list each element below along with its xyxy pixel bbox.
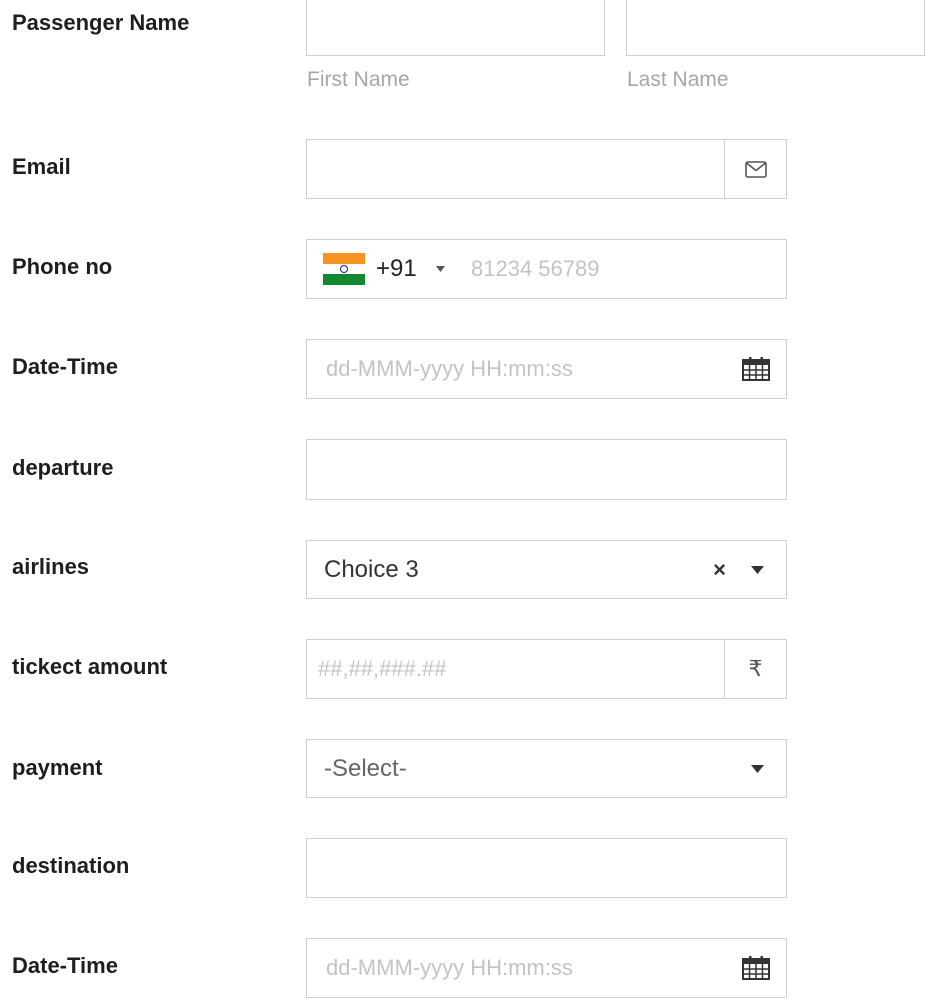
airlines-label: airlines	[12, 554, 90, 579]
destination-label: destination	[12, 853, 130, 878]
caret-down-icon[interactable]	[436, 266, 445, 272]
date-time-field	[306, 339, 787, 399]
first-name-input[interactable]	[306, 0, 605, 56]
ticket-amount-input[interactable]	[307, 640, 725, 698]
email-input[interactable]	[307, 140, 725, 198]
calendar-icon[interactable]	[742, 956, 770, 980]
date-time-input[interactable]	[307, 340, 727, 398]
date-time-label: Date-Time	[12, 354, 118, 379]
ticket-amount-label: tickect amount	[12, 654, 168, 679]
envelope-icon	[744, 160, 767, 178]
departure-input[interactable]	[306, 439, 787, 500]
calendar-icon[interactable]	[742, 357, 770, 381]
email-addon	[724, 140, 786, 198]
phone-input[interactable]	[455, 240, 785, 298]
destination-input[interactable]	[306, 838, 787, 898]
dial-code[interactable]: +91	[376, 255, 417, 283]
passenger-name-label: Passenger Name	[12, 10, 190, 35]
payment-select[interactable]: -Select-	[306, 739, 787, 798]
payment-label: payment	[12, 755, 103, 780]
date-time-label-2: Date-Time	[12, 953, 118, 978]
ticket-amount-field: ₹	[306, 639, 787, 699]
rupee-icon: ₹	[748, 656, 763, 681]
email-label: Email	[12, 154, 71, 179]
caret-down-icon[interactable]	[751, 764, 764, 773]
india-flag-icon[interactable]	[323, 253, 365, 285]
departure-label: departure	[12, 455, 114, 480]
payment-selected-value: -Select-	[324, 754, 407, 782]
first-name-sublabel: First Name	[307, 68, 410, 91]
date-time-input-2[interactable]	[307, 939, 727, 997]
last-name-input[interactable]	[626, 0, 925, 56]
phone-field: +91	[306, 239, 787, 299]
rupee-addon: ₹	[724, 640, 786, 698]
airlines-select[interactable]: Choice 3 ×	[306, 540, 787, 599]
last-name-sublabel: Last Name	[627, 68, 729, 91]
airlines-selected-value: Choice 3	[324, 555, 419, 583]
phone-label: Phone no	[12, 254, 113, 279]
clear-icon[interactable]: ×	[713, 558, 726, 581]
email-field	[306, 139, 787, 199]
date-time-field-2	[306, 938, 787, 998]
caret-down-icon[interactable]	[751, 565, 764, 574]
